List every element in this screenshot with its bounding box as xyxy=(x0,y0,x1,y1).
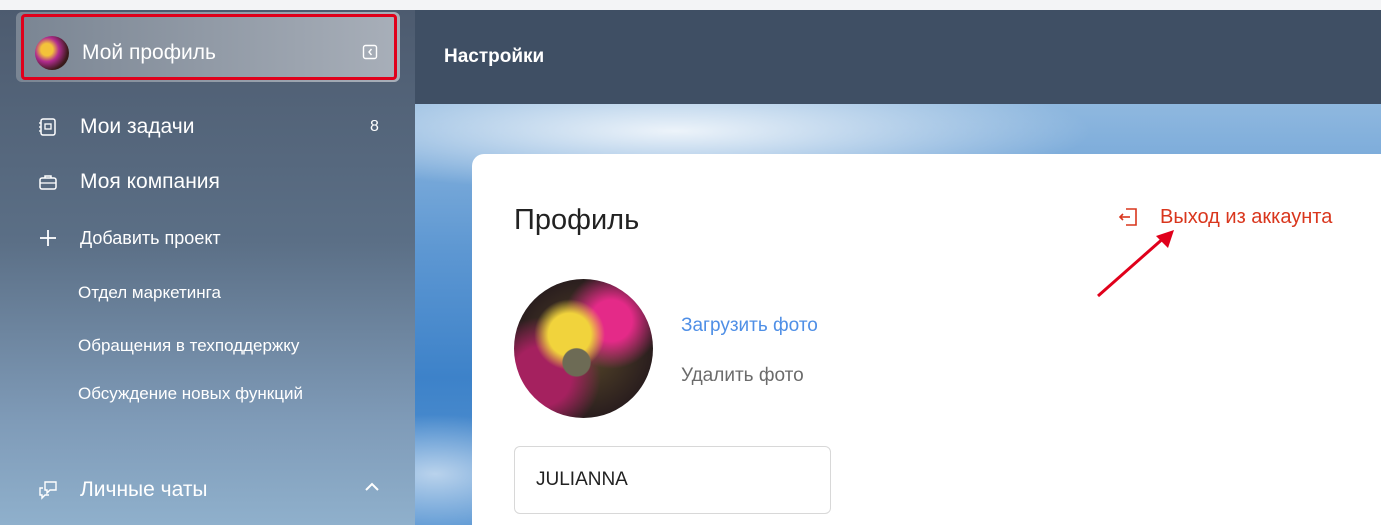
sidebar-project-marketing[interactable]: Отдел маркетинга xyxy=(78,280,221,306)
upload-photo-link[interactable]: Загрузить фото xyxy=(681,313,818,339)
chevron-up-icon[interactable] xyxy=(362,480,382,494)
profile-photo xyxy=(514,279,653,418)
tasks-icon xyxy=(39,118,56,136)
sidebar xyxy=(0,10,415,525)
profile-highlight-box xyxy=(21,14,397,80)
name-input[interactable] xyxy=(514,446,831,514)
tasks-count-badge: 8 xyxy=(370,118,379,135)
sidebar-item-label: Моя компания xyxy=(80,170,220,193)
briefcase-icon xyxy=(39,175,57,190)
sidebar-item-label: Добавить проект xyxy=(80,228,221,248)
sidebar-item-label: Личные чаты xyxy=(80,478,208,501)
plus-icon xyxy=(40,230,56,246)
page-title: Настройки xyxy=(444,46,545,67)
sidebar-project-support[interactable]: Обращения в техподдержку xyxy=(78,333,299,359)
sidebar-project-features[interactable]: Обсуждение новых функций xyxy=(78,381,303,407)
top-bar xyxy=(415,10,1381,104)
sidebar-item-label: Мои задачи xyxy=(80,115,195,138)
logout-label: Выход из аккаунта xyxy=(1160,206,1333,228)
delete-photo-link[interactable]: Удалить фото xyxy=(681,363,804,389)
chat-icon xyxy=(39,481,57,500)
annotation-arrow-icon xyxy=(1097,230,1174,298)
profile-title: Профиль xyxy=(514,204,640,236)
